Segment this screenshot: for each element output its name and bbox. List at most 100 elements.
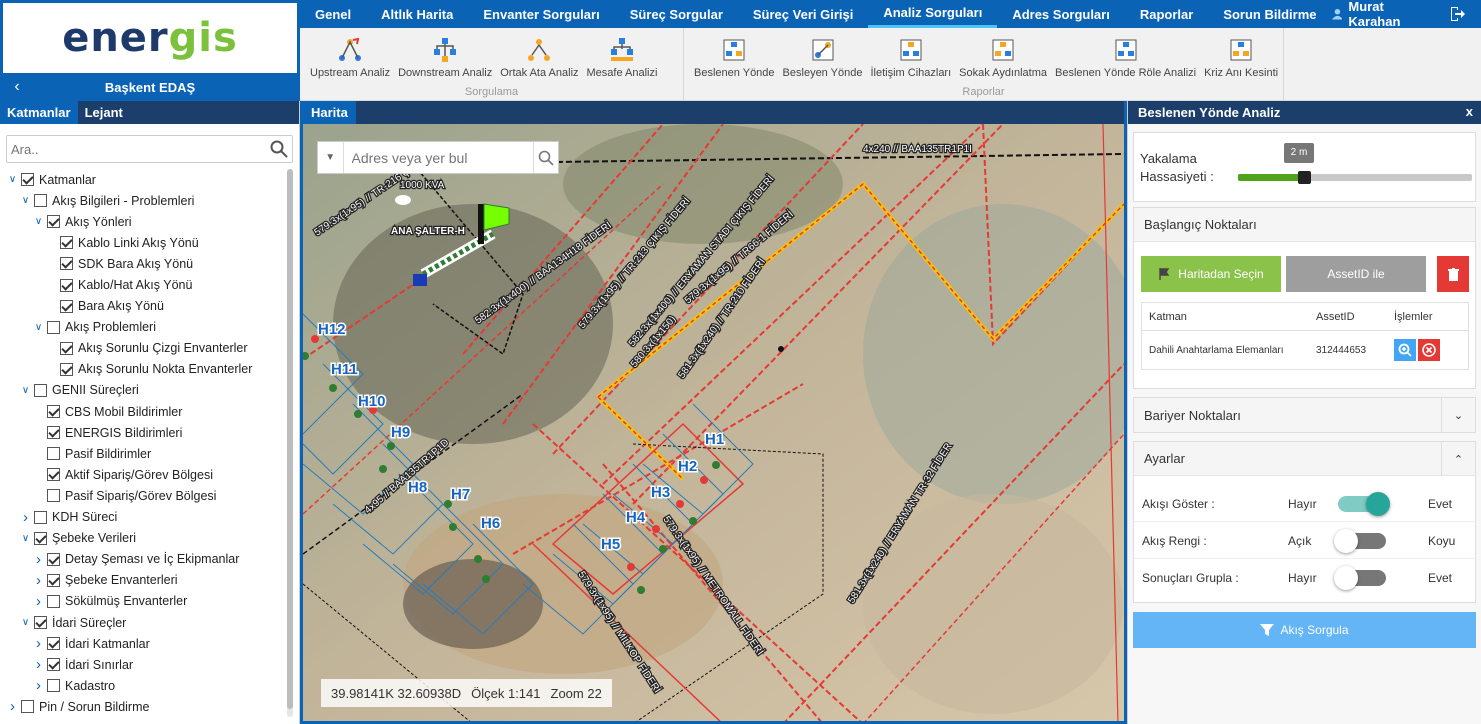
layer-checkbox[interactable] (47, 468, 60, 482)
nav-sorun-bildirme[interactable]: Sorun Bildirme (1208, 0, 1331, 28)
layer-checkbox[interactable] (60, 341, 73, 355)
snap-tolerance-slider[interactable] (1238, 171, 1472, 184)
layer-checkbox[interactable] (21, 173, 34, 187)
layer-tree-item[interactable]: Kablo/Hat Akış Yönü (0, 274, 290, 295)
layer-tree-item[interactable]: › Pin / Sorun Bildirme (0, 696, 290, 717)
layer-checkbox[interactable] (34, 510, 47, 524)
scrollbar-thumb[interactable] (287, 169, 293, 709)
chevron-down-icon[interactable]: ▼ (318, 142, 344, 173)
layer-tree-item[interactable]: Aktif Sipariş/Görev Bölgesi (0, 464, 290, 485)
layer-checkbox[interactable] (60, 299, 73, 313)
search-icon[interactable] (532, 142, 559, 173)
settings-header[interactable]: Ayarlar ⌃ (1134, 442, 1475, 476)
layer-tree-scrollbar[interactable] (287, 169, 293, 717)
layer-checkbox[interactable] (34, 531, 47, 545)
layer-checkbox[interactable] (47, 637, 60, 651)
layer-checkbox[interactable] (47, 679, 60, 693)
layer-checkbox[interactable] (60, 362, 73, 376)
zoom-to-icon[interactable] (1394, 339, 1416, 361)
layer-search-input[interactable] (7, 136, 257, 162)
layer-tree-item[interactable]: ∨ GENII Süreçleri (0, 380, 290, 401)
chevron-right-icon[interactable]: › (32, 677, 45, 694)
layer-tree-item[interactable]: Pasif Bildirimler (0, 443, 290, 464)
layer-checkbox[interactable] (47, 447, 60, 461)
chevron-right-icon[interactable]: › (32, 572, 45, 589)
layer-tree-item[interactable]: ENERGIS Bildirimleri (0, 422, 290, 443)
layer-tree-item[interactable]: Bara Akış Yönü (0, 296, 290, 317)
chevron-right-icon[interactable]: › (32, 551, 45, 568)
layer-checkbox[interactable] (47, 426, 60, 440)
table-row[interactable]: Dahili Anahtarlama Elemanları 312444653 (1142, 331, 1468, 369)
barrier-points-header[interactable]: Bariyer Noktaları ⌄ (1134, 398, 1475, 432)
address-search-input[interactable] (343, 142, 533, 173)
slider-thumb[interactable] (1298, 171, 1311, 184)
chevron-down-icon[interactable]: ∨ (6, 174, 19, 185)
layer-checkbox[interactable] (60, 236, 73, 250)
layer-tree-item[interactable]: Kablo Linki Akış Yönü (0, 232, 290, 253)
chevron-down-icon[interactable]: ∨ (19, 533, 32, 544)
layer-checkbox[interactable] (47, 215, 60, 229)
chevron-down-icon[interactable]: ∨ (32, 216, 45, 227)
layer-tree-item[interactable]: CBS Mobil Bildirimler (0, 401, 290, 422)
nav-genel[interactable]: Genel (300, 0, 366, 28)
chevron-down-icon[interactable]: ∨ (19, 195, 32, 206)
nav-analiz-sorgulari[interactable]: Analiz Sorguları (868, 0, 998, 28)
layer-checkbox[interactable] (47, 594, 60, 608)
user-menu[interactable]: Murat Karahan (1331, 0, 1440, 29)
nav-surec-sorgular[interactable]: Süreç Sorgular (615, 0, 738, 28)
layer-tree-item[interactable]: Pasif Sipariş/Görev Bölgesi (0, 485, 290, 506)
close-icon[interactable]: x (1466, 104, 1473, 119)
layer-tree-item[interactable]: ∨ İdari Süreçler (0, 612, 290, 633)
logout-icon[interactable] (1439, 0, 1481, 28)
remove-icon[interactable] (1418, 339, 1440, 361)
chevron-right-icon[interactable]: › (32, 635, 45, 652)
map-canvas[interactable]: 4x240 // BAA135TR1P1I 579.3x(1x95) // TR… (303, 124, 1124, 724)
asset-id-button[interactable]: AssetID ile (1286, 256, 1426, 292)
tab-katmanlar[interactable]: Katmanlar (0, 101, 78, 124)
nav-surec-veri-girisi[interactable]: Süreç Veri Girişi (738, 0, 868, 28)
layer-checkbox[interactable] (47, 489, 60, 503)
layer-tree-item[interactable]: Akış Sorunlu Nokta Envanterler (0, 359, 290, 380)
layer-checkbox[interactable] (34, 194, 47, 208)
layer-tree-item[interactable]: ∨ Akış Bilgileri - Problemleri (0, 190, 290, 211)
nav-altlik-harita[interactable]: Altlık Harita (366, 0, 468, 28)
layer-checkbox[interactable] (47, 573, 60, 587)
delete-button[interactable] (1437, 256, 1469, 292)
layer-checkbox[interactable] (60, 278, 73, 292)
nav-adres-sorgulari[interactable]: Adres Sorguları (997, 0, 1125, 28)
layer-checkbox[interactable] (34, 383, 47, 397)
nav-raporlar[interactable]: Raporlar (1125, 0, 1208, 28)
nav-envanter-sorgulari[interactable]: Envanter Sorguları (468, 0, 614, 28)
layer-tree-item[interactable]: › KDH Süreci (0, 507, 290, 528)
run-flow-query-button[interactable]: Akış Sorgula (1133, 612, 1476, 648)
select-from-map-button[interactable]: Haritadan Seçin (1141, 256, 1281, 292)
layer-tree-item[interactable]: Akış Sorunlu Çizgi Envanterler (0, 338, 290, 359)
chevron-down-icon[interactable]: ⌄ (1441, 398, 1475, 432)
tab-lejant[interactable]: Lejant (77, 101, 130, 124)
chevron-up-icon[interactable]: ⌃ (1441, 442, 1475, 476)
search-icon[interactable] (270, 140, 288, 158)
layer-checkbox[interactable] (21, 700, 34, 714)
chevron-right-icon[interactable]: › (19, 509, 32, 526)
back-chevron-icon[interactable]: ‹ (0, 78, 34, 96)
layer-checkbox[interactable] (47, 658, 60, 672)
chevron-right-icon[interactable]: › (6, 698, 19, 715)
layer-tree-item[interactable]: ∨ Akış Yönleri (0, 211, 290, 232)
chevron-down-icon[interactable]: ∨ (19, 617, 32, 628)
layer-tree-item[interactable]: › İdari Katmanlar (0, 633, 290, 654)
layer-tree-item[interactable]: › Kadastro (0, 675, 290, 696)
layer-checkbox[interactable] (47, 320, 60, 334)
chevron-down-icon[interactable]: ∨ (32, 322, 45, 333)
layer-tree-item[interactable]: SDK Bara Akış Yönü (0, 253, 290, 274)
group-results-toggle[interactable] (1334, 566, 1386, 590)
layer-tree-item[interactable]: ∨ Akış Problemleri (0, 317, 290, 338)
layer-checkbox[interactable] (47, 552, 60, 566)
layer-tree-item[interactable]: ∨ Katmanlar (0, 169, 290, 190)
layer-checkbox[interactable] (34, 616, 47, 630)
show-flow-toggle[interactable] (1338, 491, 1390, 516)
layer-checkbox[interactable] (60, 257, 73, 271)
layer-tree-item[interactable]: › Sökülmüş Envanterler (0, 591, 290, 612)
tab-harita[interactable]: Harita (303, 101, 356, 124)
layer-tree-item[interactable]: ∨ Şebeke Verileri (0, 528, 290, 549)
layer-tree-item[interactable]: › Şebeke Envanterleri (0, 570, 290, 591)
